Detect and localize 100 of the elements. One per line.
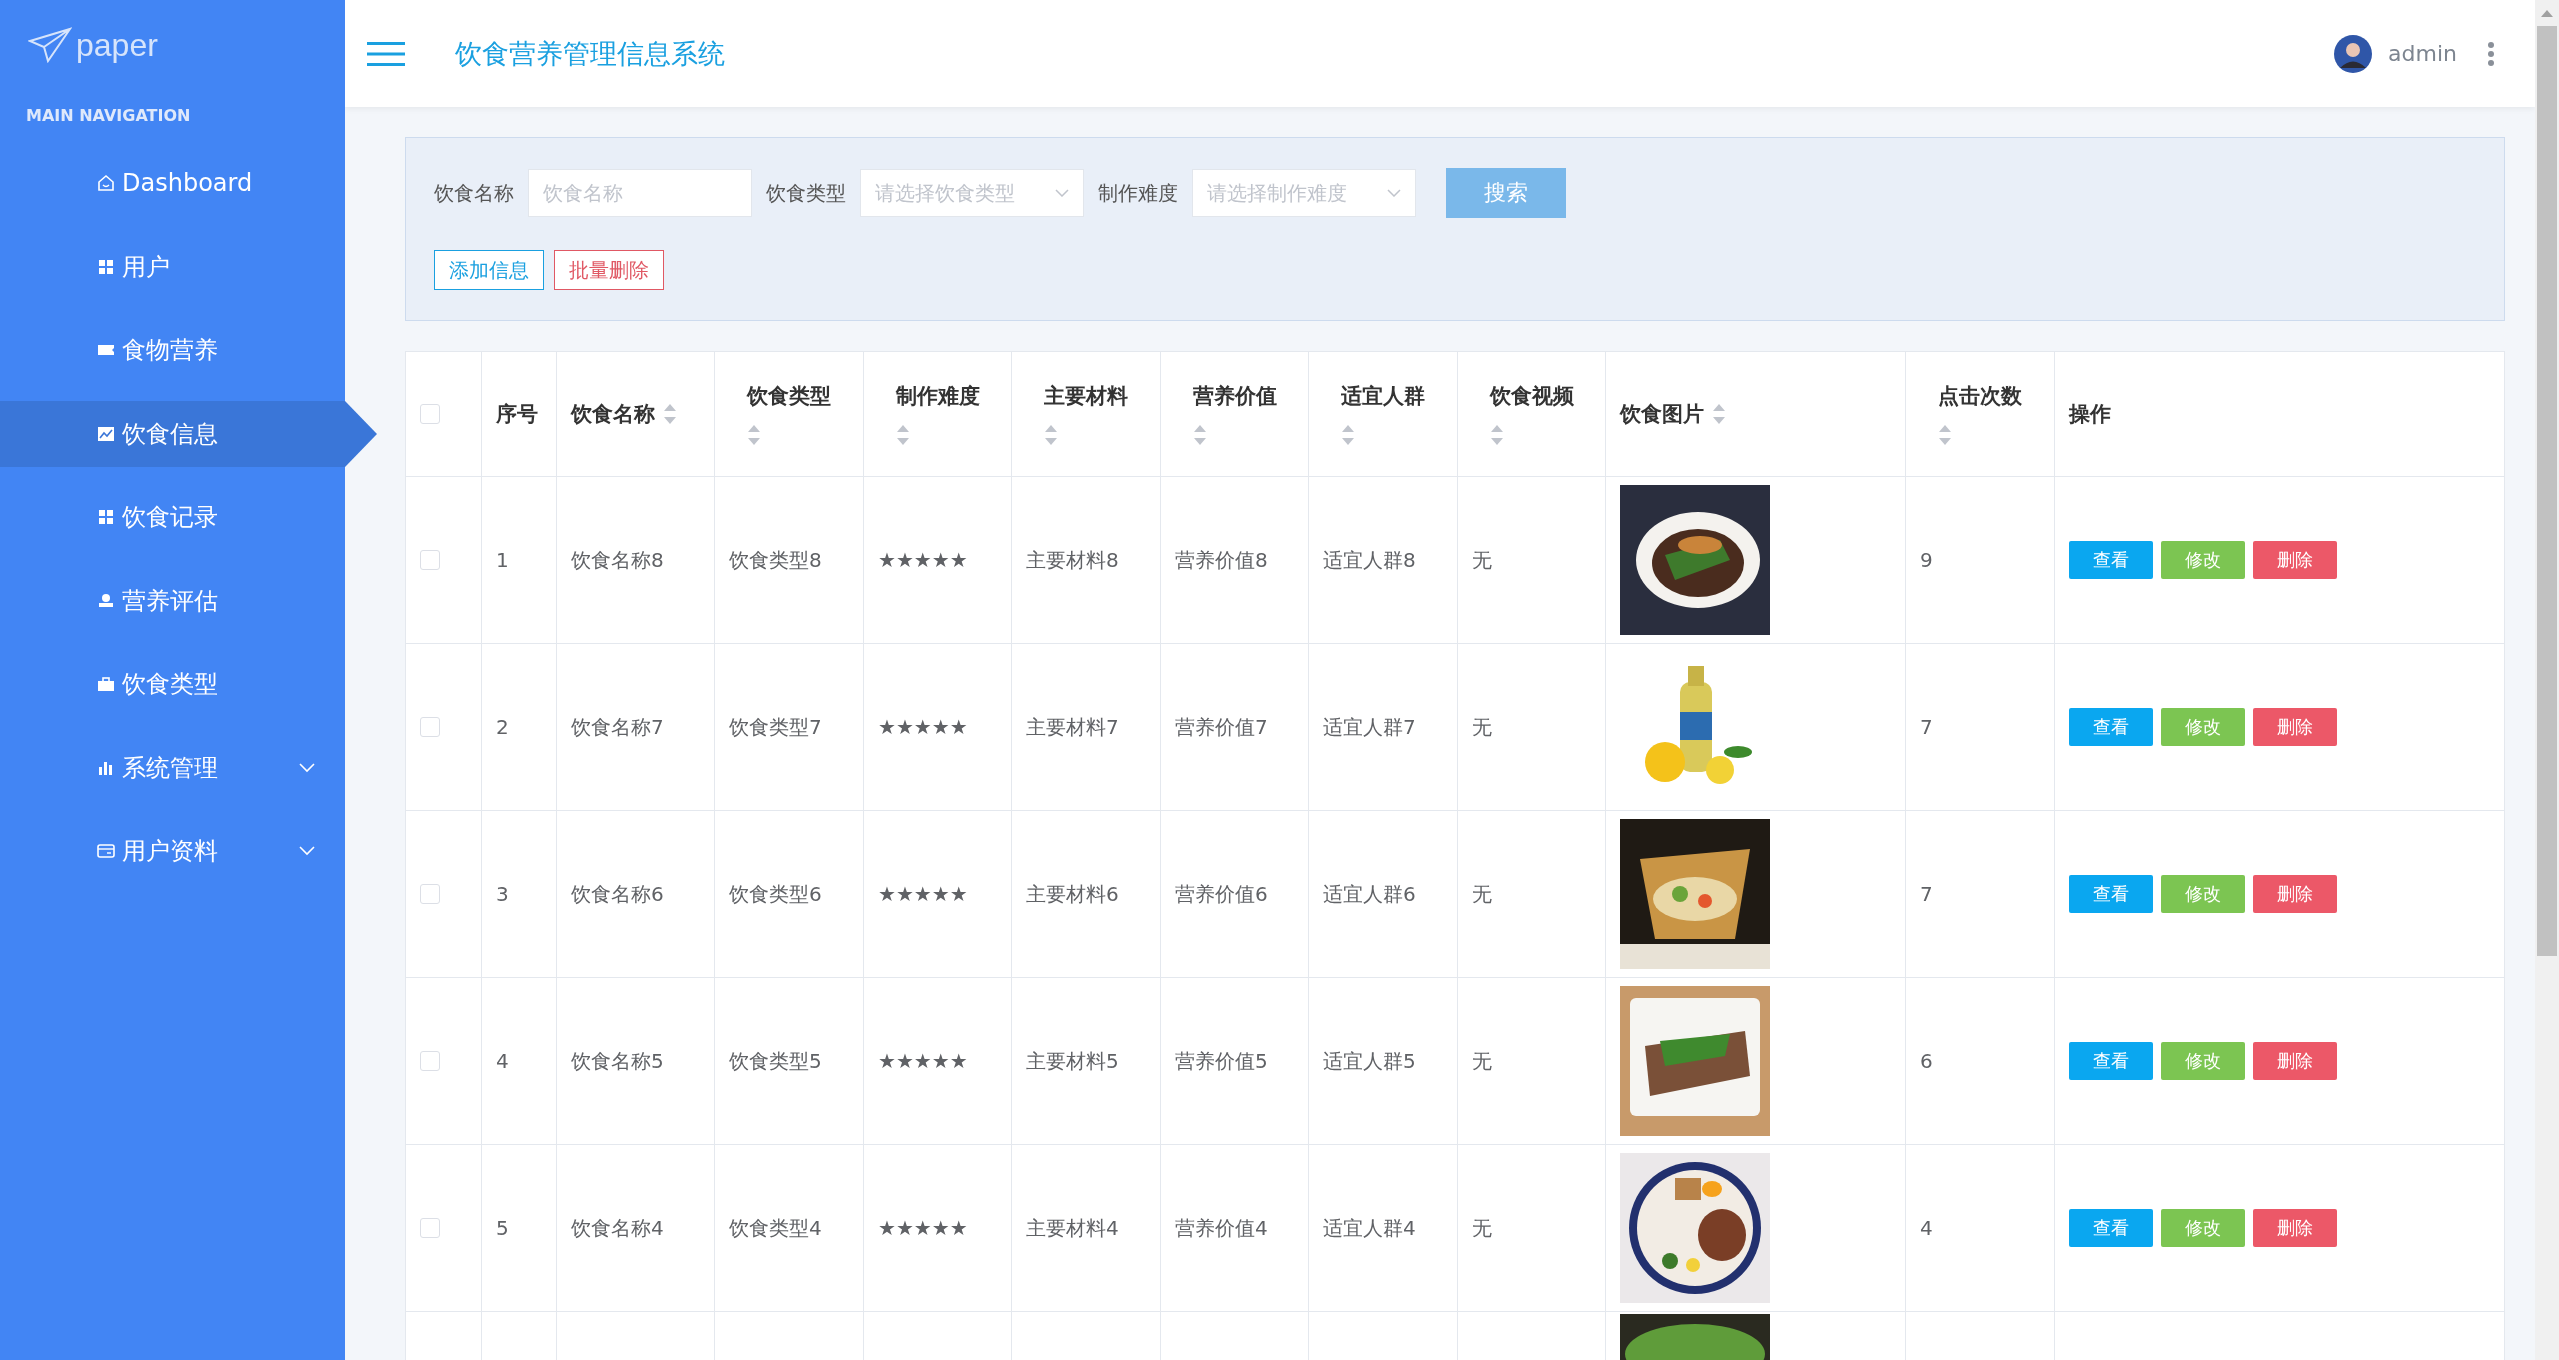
table-cell: 饮食类型6 xyxy=(715,811,864,977)
chevron-down-icon xyxy=(1387,189,1401,197)
user-name[interactable]: admin xyxy=(2388,41,2457,66)
table-cell: ★★★★★ xyxy=(864,978,1012,1144)
table-cell: 饮食类型8 xyxy=(715,477,864,643)
sort-icon[interactable] xyxy=(1712,403,1726,425)
column-header[interactable]: 点击次数 xyxy=(1906,352,2055,476)
table-cell: ★★★★★ xyxy=(864,811,1012,977)
sort-icon[interactable] xyxy=(1938,424,1952,446)
column-header: 操作 xyxy=(2067,401,2112,428)
column-header[interactable]: 营养价值 xyxy=(1161,352,1309,476)
delete-button[interactable]: 删除 xyxy=(2253,875,2337,913)
table-cell: 5 xyxy=(482,1145,557,1311)
view-button[interactable]: 查看 xyxy=(2069,541,2153,579)
menu-icon[interactable] xyxy=(367,40,405,67)
view-button[interactable]: 查看 xyxy=(2069,708,2153,746)
column-header[interactable]: 饮食名称 xyxy=(557,352,715,476)
sidebar-item[interactable]: 饮食记录 xyxy=(0,484,345,550)
checkbox[interactable] xyxy=(420,884,440,904)
checkbox[interactable] xyxy=(420,550,440,570)
delete-button[interactable]: 删除 xyxy=(2253,1042,2337,1080)
more-icon[interactable] xyxy=(2487,40,2495,67)
delete-button[interactable]: 删除 xyxy=(2253,1209,2337,1247)
chevron-down-icon xyxy=(1055,189,1069,197)
table-cell: 饮食名称4 xyxy=(557,1145,715,1311)
add-button[interactable]: 添加信息 xyxy=(434,250,544,290)
column-header[interactable]: 饮食类型 xyxy=(715,352,864,476)
sort-icon[interactable] xyxy=(1044,424,1058,446)
edit-button[interactable]: 修改 xyxy=(2161,875,2245,913)
column-header[interactable]: 主要材料 xyxy=(1012,352,1161,476)
sidebar-item[interactable]: Dashboard xyxy=(0,150,345,216)
paper-plane-icon xyxy=(28,27,72,63)
field-label: 饮食名称 xyxy=(434,179,514,207)
edit-button[interactable]: 修改 xyxy=(2161,541,2245,579)
table-cell: 主要材料8 xyxy=(1012,477,1161,643)
sidebar-item[interactable]: 营养评估 xyxy=(0,567,345,634)
avatar-icon[interactable] xyxy=(2334,34,2373,73)
checkbox[interactable] xyxy=(420,1218,440,1238)
search-button[interactable]: 搜索 xyxy=(1446,168,1566,218)
table-cell: 饮食名称6 xyxy=(557,811,715,977)
view-button[interactable]: 查看 xyxy=(2069,875,2153,913)
table-cell: ★★★★★ xyxy=(864,1145,1012,1311)
card-icon xyxy=(96,841,116,861)
view-button[interactable]: 查看 xyxy=(2069,1042,2153,1080)
checkbox[interactable] xyxy=(420,717,440,737)
app-title: 饮食营养管理信息系统 xyxy=(455,36,726,71)
table-cell: 无 xyxy=(1458,811,1606,977)
table-cell: 无 xyxy=(1458,644,1606,810)
table-cell: 3 xyxy=(482,811,557,977)
sort-icon[interactable] xyxy=(663,403,677,425)
view-button[interactable]: 查看 xyxy=(2069,1209,2153,1247)
input-field[interactable]: 饮食名称 xyxy=(528,169,752,217)
batch-delete-button[interactable]: 批量删除 xyxy=(554,250,664,290)
table-cell: 主要材料4 xyxy=(1012,1145,1161,1311)
delete-button[interactable]: 删除 xyxy=(2253,541,2337,579)
table-cell: 无 xyxy=(1458,1145,1606,1311)
field-label: 饮食类型 xyxy=(766,179,846,207)
checkbox[interactable] xyxy=(420,1051,440,1071)
table-cell: 营养价值5 xyxy=(1161,978,1309,1144)
home-icon xyxy=(96,173,116,193)
edit-button[interactable]: 修改 xyxy=(2161,1042,2245,1080)
column-header: 序号 xyxy=(482,352,557,476)
sort-icon[interactable] xyxy=(1192,424,1207,446)
sidebar-item[interactable]: 饮食类型 xyxy=(0,651,345,717)
table-cell: 7 xyxy=(1906,644,2055,810)
table-cell: 饮食名称5 xyxy=(557,978,715,1144)
edit-button[interactable]: 修改 xyxy=(2161,708,2245,746)
field-label: 制作难度 xyxy=(1098,179,1178,207)
sidebar-item[interactable]: 食物营养 xyxy=(0,317,345,383)
table-cell: 主要材料7 xyxy=(1012,644,1161,810)
edit-button[interactable]: 修改 xyxy=(2161,1209,2245,1247)
column-header[interactable]: 饮食视频 xyxy=(1458,352,1606,476)
checkbox[interactable] xyxy=(420,404,440,424)
sort-icon[interactable] xyxy=(747,424,761,446)
sort-icon[interactable] xyxy=(1489,424,1504,446)
table-cell: 适宜人群5 xyxy=(1309,978,1458,1144)
scroll-up-icon[interactable] xyxy=(2541,9,2553,17)
sidebar-item[interactable]: 用户 xyxy=(0,233,345,300)
table-cell: 主要材料5 xyxy=(1012,978,1161,1144)
table-cell: 适宜人群8 xyxy=(1309,477,1458,643)
table-cell: 饮食类型5 xyxy=(715,978,864,1144)
sidebar-item[interactable]: 用户资料 xyxy=(0,818,345,884)
table-cell: ★★★★★ xyxy=(864,477,1012,643)
column-header[interactable]: 制作难度 xyxy=(864,352,1012,476)
table-cell: 适宜人群6 xyxy=(1309,811,1458,977)
table-cell: 饮食类型7 xyxy=(715,644,864,810)
column-header[interactable]: 饮食图片 xyxy=(1606,352,1906,476)
table-cell: 主要材料6 xyxy=(1012,811,1161,977)
delete-button[interactable]: 删除 xyxy=(2253,708,2337,746)
section-title: MAIN NAVIGATION xyxy=(25,105,192,127)
column-header[interactable]: 适宜人群 xyxy=(1309,352,1458,476)
sort-icon[interactable] xyxy=(895,424,910,446)
sort-icon[interactable] xyxy=(1341,424,1355,446)
table-cell: 营养价值8 xyxy=(1161,477,1309,643)
scrollbar[interactable] xyxy=(2535,0,2559,1360)
sidebar-item[interactable]: 系统管理 xyxy=(0,734,345,801)
table-cell: 2 xyxy=(482,644,557,810)
table-cell: 适宜人群4 xyxy=(1309,1145,1458,1311)
table-cell: 无 xyxy=(1458,477,1606,643)
table-cell: 1 xyxy=(482,477,557,643)
